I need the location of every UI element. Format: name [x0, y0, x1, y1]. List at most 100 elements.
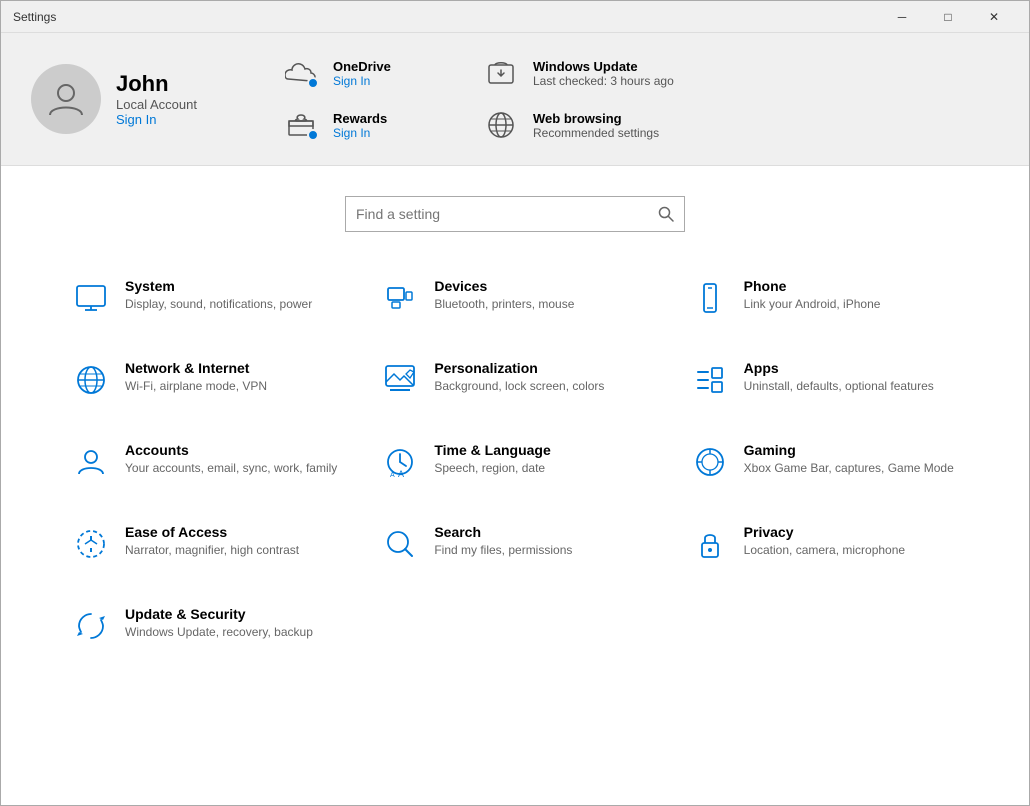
gaming-icon	[690, 442, 730, 482]
onedrive-sub[interactable]: Sign In	[333, 74, 391, 88]
gaming-desc: Xbox Game Bar, captures, Game Mode	[744, 460, 954, 477]
update-security-text: Update & Security Windows Update, recove…	[125, 606, 313, 641]
web-browsing-sub: Recommended settings	[533, 126, 659, 140]
user-signin-link[interactable]: Sign In	[116, 112, 197, 127]
setting-accounts[interactable]: Accounts Your accounts, email, sync, wor…	[61, 426, 350, 498]
update-security-desc: Windows Update, recovery, backup	[125, 624, 313, 641]
gaming-text: Gaming Xbox Game Bar, captures, Game Mod…	[744, 442, 954, 477]
search-icon	[658, 206, 674, 222]
devices-text: Devices Bluetooth, printers, mouse	[434, 278, 574, 313]
onedrive-name: OneDrive	[333, 59, 391, 74]
rewards-icon-wrap	[281, 105, 321, 145]
personalization-name: Personalization	[434, 360, 604, 376]
rewards-text: Rewards Sign In	[333, 111, 387, 140]
ease-of-access-name: Ease of Access	[125, 524, 299, 540]
user-name: John	[116, 71, 197, 97]
web-browsing-icon-wrap	[481, 105, 521, 145]
search-setting-text: Search Find my files, permissions	[434, 524, 572, 559]
network-text: Network & Internet Wi-Fi, airplane mode,…	[125, 360, 267, 395]
windows-update-text: Windows Update Last checked: 3 hours ago	[533, 59, 674, 88]
search-setting-name: Search	[434, 524, 572, 540]
window-controls: ─ □ ✕	[879, 1, 1017, 33]
windows-update-icon-wrap	[481, 53, 521, 93]
phone-text: Phone Link your Android, iPhone	[744, 278, 881, 313]
svg-text:A: A	[398, 469, 404, 479]
apps-name: Apps	[744, 360, 934, 376]
setting-apps[interactable]: Apps Uninstall, defaults, optional featu…	[680, 344, 969, 416]
ease-of-access-desc: Narrator, magnifier, high contrast	[125, 542, 299, 559]
system-icon	[71, 278, 111, 318]
personalization-text: Personalization Background, lock screen,…	[434, 360, 604, 395]
search-box	[345, 196, 685, 232]
privacy-desc: Location, camera, microphone	[744, 542, 905, 559]
search-setting-desc: Find my files, permissions	[434, 542, 572, 559]
setting-privacy[interactable]: Privacy Location, camera, microphone	[680, 508, 969, 580]
system-name: System	[125, 278, 312, 294]
title-bar: Settings ─ □ ✕	[1, 1, 1029, 33]
rewards-service[interactable]: Rewards Sign In	[281, 105, 481, 145]
apps-desc: Uninstall, defaults, optional features	[744, 378, 934, 395]
windows-update-icon	[485, 57, 517, 89]
network-name: Network & Internet	[125, 360, 267, 376]
windows-update-service[interactable]: Windows Update Last checked: 3 hours ago	[481, 53, 681, 93]
network-icon	[71, 360, 111, 400]
header-panel: John Local Account Sign In OneDrive Sign…	[1, 33, 1029, 166]
search-section	[1, 166, 1029, 252]
setting-devices[interactable]: Devices Bluetooth, printers, mouse	[370, 262, 659, 334]
rewards-sub[interactable]: Sign In	[333, 126, 387, 140]
user-section: John Local Account Sign In	[31, 64, 251, 134]
service-group-left: OneDrive Sign In Rewards Sign In	[281, 53, 481, 145]
web-browsing-icon	[485, 109, 517, 141]
accounts-text: Accounts Your accounts, email, sync, wor…	[125, 442, 337, 477]
accounts-desc: Your accounts, email, sync, work, family	[125, 460, 337, 477]
accounts-name: Accounts	[125, 442, 337, 458]
settings-grid: System Display, sound, notifications, po…	[1, 252, 1029, 682]
maximize-button[interactable]: □	[925, 1, 971, 33]
header-services: OneDrive Sign In Rewards Sign In	[281, 53, 999, 145]
svg-text:A: A	[390, 472, 395, 479]
search-input[interactable]	[356, 206, 658, 222]
minimize-button[interactable]: ─	[879, 1, 925, 33]
setting-time-language[interactable]: A A Time & Language Speech, region, date	[370, 426, 659, 498]
network-desc: Wi-Fi, airplane mode, VPN	[125, 378, 267, 395]
accounts-icon	[71, 442, 111, 482]
setting-gaming[interactable]: Gaming Xbox Game Bar, captures, Game Mod…	[680, 426, 969, 498]
system-desc: Display, sound, notifications, power	[125, 296, 312, 313]
apps-text: Apps Uninstall, defaults, optional featu…	[744, 360, 934, 395]
onedrive-status-dot	[307, 77, 319, 89]
rewards-name: Rewards	[333, 111, 387, 126]
setting-ease-of-access[interactable]: Ease of Access Narrator, magnifier, high…	[61, 508, 350, 580]
user-account-type: Local Account	[116, 97, 197, 112]
onedrive-service[interactable]: OneDrive Sign In	[281, 53, 481, 93]
setting-phone[interactable]: Phone Link your Android, iPhone	[680, 262, 969, 334]
close-button[interactable]: ✕	[971, 1, 1017, 33]
web-browsing-service[interactable]: Web browsing Recommended settings	[481, 105, 681, 145]
search-setting-icon	[380, 524, 420, 564]
setting-personalization[interactable]: Personalization Background, lock screen,…	[370, 344, 659, 416]
onedrive-icon-wrap	[281, 53, 321, 93]
phone-desc: Link your Android, iPhone	[744, 296, 881, 313]
time-language-text: Time & Language Speech, region, date	[434, 442, 550, 477]
service-group-right: Windows Update Last checked: 3 hours ago	[481, 53, 681, 145]
devices-name: Devices	[434, 278, 574, 294]
setting-search[interactable]: Search Find my files, permissions	[370, 508, 659, 580]
onedrive-text: OneDrive Sign In	[333, 59, 391, 88]
ease-of-access-icon	[71, 524, 111, 564]
setting-network[interactable]: Network & Internet Wi-Fi, airplane mode,…	[61, 344, 350, 416]
setting-update-security[interactable]: Update & Security Windows Update, recove…	[61, 590, 350, 662]
setting-system[interactable]: System Display, sound, notifications, po…	[61, 262, 350, 334]
privacy-icon	[690, 524, 730, 564]
windows-update-sub: Last checked: 3 hours ago	[533, 74, 674, 88]
update-security-icon	[71, 606, 111, 646]
web-browsing-name: Web browsing	[533, 111, 659, 126]
update-security-name: Update & Security	[125, 606, 313, 622]
windows-update-name: Windows Update	[533, 59, 674, 74]
privacy-name: Privacy	[744, 524, 905, 540]
time-language-name: Time & Language	[434, 442, 550, 458]
user-info: John Local Account Sign In	[116, 71, 197, 127]
web-browsing-text: Web browsing Recommended settings	[533, 111, 659, 140]
time-language-desc: Speech, region, date	[434, 460, 550, 477]
rewards-status-dot	[307, 129, 319, 141]
app-title: Settings	[13, 10, 879, 24]
system-text: System Display, sound, notifications, po…	[125, 278, 312, 313]
